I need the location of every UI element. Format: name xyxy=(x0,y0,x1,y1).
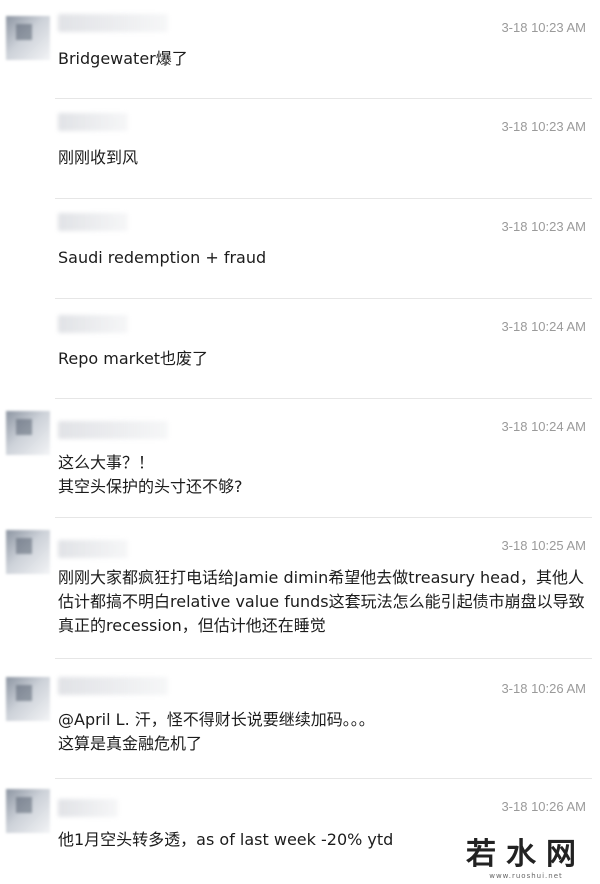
watermark-logo: 若水网 www.ruoshui.net xyxy=(466,837,586,881)
message-text: 这么大事？！ 其空头保护的头寸还不够? xyxy=(58,453,243,496)
message-item: 3-18 10:25 AM 刚刚大家都疯狂打电话给Jamie dimin希望他去… xyxy=(0,518,600,658)
message-text: Bridgewater爆了 xyxy=(58,49,188,68)
message-timestamp: 3-18 10:24 AM xyxy=(501,319,586,334)
message-text: 刚刚大家都疯狂打电话给Jamie dimin希望他去做treasury head… xyxy=(58,568,585,635)
message-timestamp: 3-18 10:25 AM xyxy=(501,538,586,553)
sender-name-blurred xyxy=(58,677,168,695)
sender-name-blurred xyxy=(58,14,168,32)
sender-name-blurred xyxy=(58,315,128,333)
message-item: 3-18 10:23 AM Bridgewater爆了 xyxy=(0,0,600,98)
message-text: 刚刚收到风 xyxy=(58,148,139,167)
message-item: 3-18 10:23 AM 刚刚收到风 xyxy=(0,99,600,197)
avatar[interactable] xyxy=(6,411,50,455)
message-item: 3-18 10:24 AM 这么大事？！ 其空头保护的头寸还不够? xyxy=(0,399,600,517)
avatar[interactable] xyxy=(6,789,50,833)
message-text: Saudi redemption + fraud xyxy=(58,248,267,267)
avatar[interactable] xyxy=(6,530,50,574)
sender-name-blurred xyxy=(58,799,118,817)
message-item: 3-18 10:24 AM Repo market也废了 xyxy=(0,299,600,398)
sender-name-blurred xyxy=(58,540,128,558)
watermark-text: 若水网 xyxy=(466,837,586,872)
watermark-subtext: www.ruoshui.net xyxy=(489,872,563,880)
message-timestamp: 3-18 10:23 AM xyxy=(501,119,586,134)
sender-name-blurred xyxy=(58,213,128,231)
message-timestamp: 3-18 10:23 AM xyxy=(501,20,586,35)
message-text: @April L. 汗，怪不得财长说要继续加码。。。 这算是真金融危机了 xyxy=(58,710,375,753)
sender-name-blurred xyxy=(58,421,168,439)
avatar[interactable] xyxy=(6,677,50,721)
message-item: 3-18 10:26 AM @April L. 汗，怪不得财长说要继续加码。。。… xyxy=(0,659,600,777)
message-timestamp: 3-18 10:26 AM xyxy=(501,799,586,814)
message-timestamp: 3-18 10:26 AM xyxy=(501,681,586,696)
message-timestamp: 3-18 10:24 AM xyxy=(501,419,586,434)
sender-name-blurred xyxy=(58,113,128,131)
message-item: 3-18 10:23 AM Saudi redemption + fraud xyxy=(0,199,600,298)
message-timestamp: 3-18 10:23 AM xyxy=(501,219,586,234)
message-text: Repo market也废了 xyxy=(58,349,209,368)
avatar[interactable] xyxy=(6,16,50,60)
